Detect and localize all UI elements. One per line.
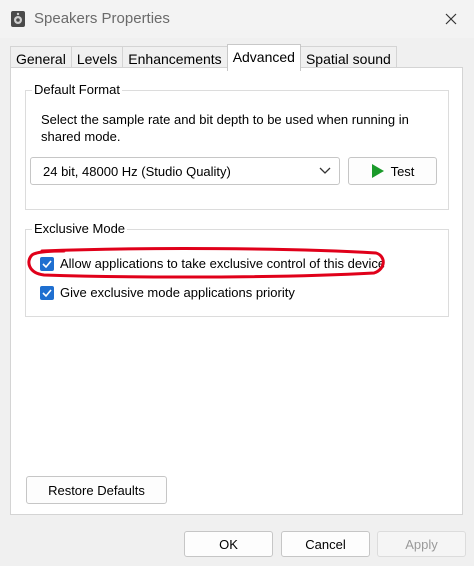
close-icon bbox=[445, 13, 457, 25]
window-title: Speakers Properties bbox=[34, 10, 170, 27]
default-format-description: Select the sample rate and bit depth to … bbox=[41, 112, 409, 144]
test-button[interactable]: Test bbox=[348, 157, 437, 185]
allow-exclusive-checkbox[interactable] bbox=[40, 256, 54, 271]
checkmark-icon bbox=[42, 259, 52, 268]
ok-button[interactable]: OK bbox=[184, 531, 273, 557]
default-format-group: Default Format bbox=[25, 82, 449, 210]
test-button-label: Test bbox=[390, 163, 415, 179]
default-format-select[interactable]: 24 bit, 48000 Hz (Studio Quality) bbox=[30, 157, 340, 185]
tab-advanced[interactable]: Advanced bbox=[226, 44, 301, 71]
apply-button[interactable]: Apply bbox=[377, 531, 466, 557]
checkmark-icon bbox=[42, 288, 52, 297]
selected-format-value: 24 bit, 48000 Hz (Studio Quality) bbox=[43, 164, 231, 179]
exclusive-priority-option[interactable]: Give exclusive mode applications priorit… bbox=[40, 285, 295, 300]
allow-exclusive-label: Allow applications to take exclusive con… bbox=[60, 256, 386, 271]
exclusive-priority-checkbox[interactable] bbox=[40, 285, 54, 300]
allow-exclusive-control-option[interactable]: Allow applications to take exclusive con… bbox=[40, 256, 385, 271]
cancel-button[interactable]: Cancel bbox=[281, 531, 370, 557]
close-button[interactable] bbox=[428, 0, 474, 38]
speaker-icon bbox=[11, 11, 25, 27]
exclusive-priority-label: Give exclusive mode applications priorit… bbox=[60, 285, 295, 300]
play-icon bbox=[371, 164, 384, 178]
chevron-down-icon bbox=[319, 167, 331, 174]
speakers-properties-window: Speakers Properties General Levels Enhan… bbox=[0, 0, 474, 566]
title-bar: Speakers Properties bbox=[0, 0, 474, 38]
exclusive-mode-heading: Exclusive Mode bbox=[32, 221, 128, 236]
default-format-heading: Default Format bbox=[32, 82, 122, 97]
restore-defaults-button[interactable]: Restore Defaults bbox=[26, 476, 167, 504]
exclusive-mode-group: Exclusive Mode bbox=[25, 221, 449, 317]
tab-strip: General Levels Enhancements Advanced Spa… bbox=[10, 44, 397, 71]
